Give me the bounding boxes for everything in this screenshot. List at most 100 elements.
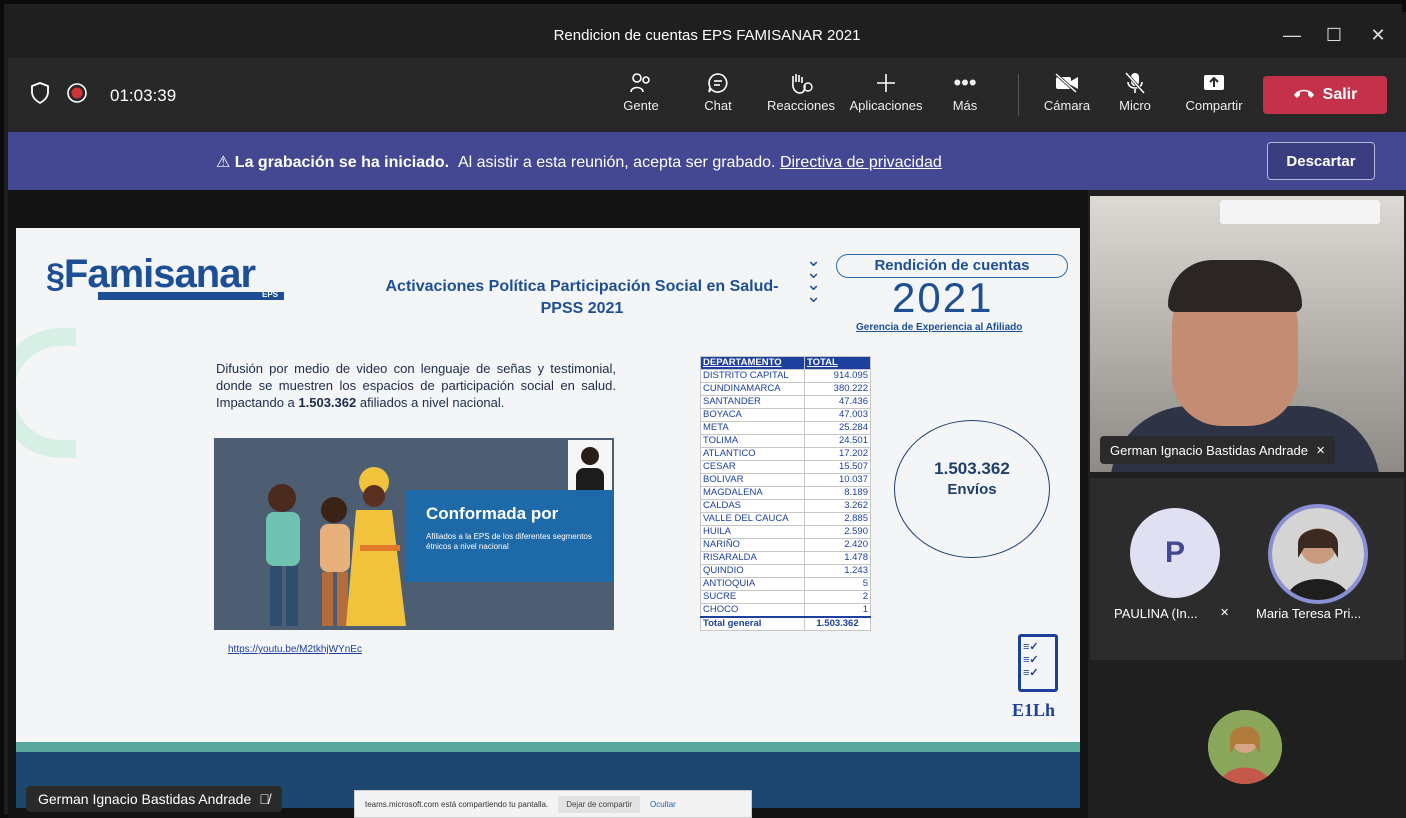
total-cell: 2.885 bbox=[804, 512, 871, 526]
total-cell: 2.590 bbox=[804, 525, 871, 539]
table-row: SANTANDER 47.436 bbox=[700, 395, 871, 409]
apps-button[interactable]: Aplicaciones bbox=[841, 68, 931, 113]
meeting-timer: 01:03:39 bbox=[110, 85, 177, 105]
table-row: BOLIVAR 10.037 bbox=[700, 473, 871, 487]
paragraph-end: afiliados a nivel nacional. bbox=[356, 395, 505, 410]
reactions-button[interactable]: Reacciones bbox=[759, 68, 843, 113]
department-cell: NARIÑO bbox=[700, 538, 805, 552]
share-button[interactable]: Compartir bbox=[1174, 68, 1254, 113]
recording-message: ⚠ La grabación se ha iniciado. Al asisti… bbox=[216, 152, 942, 172]
department-cell: CHOCO bbox=[700, 603, 805, 618]
camera-off-icon bbox=[1032, 68, 1102, 98]
video-panel: Conformada por Afiliados a la EPS de los… bbox=[406, 490, 614, 582]
slide-title: Activaciones Política Participación Soci… bbox=[385, 278, 779, 317]
participant-video[interactable]: German Ignacio Bastidas Andrade ✕ bbox=[1090, 196, 1404, 472]
share-icon bbox=[1174, 68, 1254, 98]
video-heading: Conformada por bbox=[426, 504, 559, 523]
main-participant-name: German Ignacio Bastidas Andrade bbox=[1110, 442, 1309, 458]
table-row: CALDAS 3.262 bbox=[700, 499, 871, 513]
mic-button[interactable]: Micro bbox=[1100, 68, 1170, 113]
department-cell: SANTANDER bbox=[700, 395, 805, 409]
participant-avatar-p[interactable]: P bbox=[1130, 508, 1220, 598]
privacy-link[interactable]: Directiva de privacidad bbox=[780, 154, 942, 171]
people-button[interactable]: Gente bbox=[606, 68, 676, 113]
window-title: Rendicion de cuentas EPS FAMISANAR 2021 bbox=[553, 26, 861, 44]
total-cell: 24.501 bbox=[804, 434, 871, 448]
department-cell: TOLIMA bbox=[700, 434, 805, 448]
table-row: NARIÑO 2.420 bbox=[700, 538, 871, 552]
shipments-label: Envíos bbox=[947, 481, 997, 498]
total-cell: 5 bbox=[804, 577, 871, 591]
presentation-slide: §Famisanar EPS Activaciones Política Par… bbox=[16, 228, 1080, 808]
more-button[interactable]: ••• Más bbox=[930, 68, 1000, 113]
self-preview-avatar[interactable] bbox=[1208, 710, 1282, 784]
department-cell: HUILA bbox=[700, 525, 805, 539]
stop-sharing-button[interactable]: Dejar de compartir bbox=[558, 795, 641, 813]
reactions-icon bbox=[759, 68, 843, 98]
table-row: ATLANTICO 17.202 bbox=[700, 447, 871, 461]
department-cell: SUCRE bbox=[700, 590, 805, 604]
table-row: CESAR 15.507 bbox=[700, 460, 871, 474]
phone-hangup-icon bbox=[1293, 86, 1315, 104]
people-label: Gente bbox=[623, 98, 659, 113]
recording-title: La grabación se ha iniciado. bbox=[234, 154, 450, 171]
leave-label: Salir bbox=[1322, 86, 1358, 103]
total-cell: 1.243 bbox=[804, 564, 871, 578]
year-label: 2021 bbox=[892, 274, 994, 321]
participants-panel: German Ignacio Bastidas Andrade ✕ P PAUL… bbox=[1088, 190, 1406, 818]
leave-button[interactable]: Salir bbox=[1263, 76, 1387, 114]
chat-label: Chat bbox=[704, 98, 732, 113]
table-header: DEPARTAMENTO TOTAL bbox=[700, 356, 871, 370]
shield-icon[interactable] bbox=[30, 82, 50, 109]
table-row: DISTRITO CAPITAL 914.095 bbox=[700, 369, 871, 383]
shipments-value: 1.503.362 bbox=[934, 459, 1010, 478]
total-cell: 2.420 bbox=[804, 538, 871, 552]
apps-icon bbox=[841, 68, 931, 98]
department-cell: DISTRITO CAPITAL bbox=[700, 369, 805, 383]
total-cell: 1 bbox=[804, 603, 871, 618]
apps-label: Aplicaciones bbox=[849, 98, 923, 113]
participant-avatar-maria[interactable] bbox=[1268, 504, 1368, 604]
close-button[interactable]: ✕ bbox=[1352, 12, 1404, 58]
mic-off-icon: ✕ bbox=[1316, 444, 1326, 457]
corner-label: E1Lh bbox=[1012, 700, 1056, 720]
checklist-icon: ≡✓ ≡✓ ≡✓ bbox=[1018, 634, 1058, 692]
table-row: MAGDALENA 8.189 bbox=[700, 486, 871, 500]
management-subtitle: Gerencia de Experiencia al Afiliado bbox=[856, 322, 1023, 333]
logo-sub: EPS bbox=[261, 290, 278, 299]
department-cell: BOYACA bbox=[700, 408, 805, 422]
table-row: CHOCO 1 bbox=[700, 603, 871, 618]
total-cell: 10.037 bbox=[804, 473, 871, 487]
main-participant-tag: German Ignacio Bastidas Andrade ✕ bbox=[1100, 436, 1336, 464]
slide-footer-stripe bbox=[16, 742, 1080, 752]
table-row: VALLE DEL CAUCA 2.885 bbox=[700, 512, 871, 526]
total-cell: 1.478 bbox=[804, 551, 871, 565]
meeting-status: 01:03:39 bbox=[30, 82, 176, 109]
hide-notice-button[interactable]: Ocultar bbox=[650, 800, 676, 809]
total-cell: 8.189 bbox=[804, 486, 871, 500]
table-row: META 25.284 bbox=[700, 421, 871, 435]
department-cell: ANTIOQUIA bbox=[700, 577, 805, 591]
department-cell: META bbox=[700, 421, 805, 435]
department-cell: MAGDALENA bbox=[700, 486, 805, 500]
camera-button[interactable]: Cámara bbox=[1032, 68, 1102, 113]
description-paragraph: Difusión por medio de video con lenguaje… bbox=[216, 360, 616, 411]
air-conditioner bbox=[1220, 200, 1380, 224]
total-cell: 17.202 bbox=[804, 447, 871, 461]
dismiss-button[interactable]: Descartar bbox=[1267, 142, 1375, 180]
mic-off-icon: 🎙̸ bbox=[259, 791, 270, 807]
table-row: BOYACA 47.003 bbox=[700, 408, 871, 422]
total-cell: 47.436 bbox=[804, 395, 871, 409]
total-shipments-ellipse: 1.503.362 Envíos bbox=[894, 420, 1050, 558]
people-icon bbox=[606, 68, 676, 98]
logo-bar: EPS bbox=[98, 290, 284, 300]
more-icon: ••• bbox=[953, 70, 977, 95]
header-department: DEPARTAMENTO bbox=[700, 356, 805, 370]
table-row: ANTIOQUIA 5 bbox=[700, 577, 871, 591]
shared-screen: §Famisanar EPS Activaciones Política Par… bbox=[8, 190, 1088, 818]
table-row: RISARALDA 1.478 bbox=[700, 551, 871, 565]
chat-button[interactable]: Chat bbox=[683, 68, 753, 113]
youtube-link[interactable]: https://youtu.be/M2tkhjWYnEc bbox=[228, 644, 362, 655]
table-row: SUCRE 2 bbox=[700, 590, 871, 604]
video-thumbnail[interactable]: Conformada por Afiliados a la EPS de los… bbox=[214, 438, 614, 630]
